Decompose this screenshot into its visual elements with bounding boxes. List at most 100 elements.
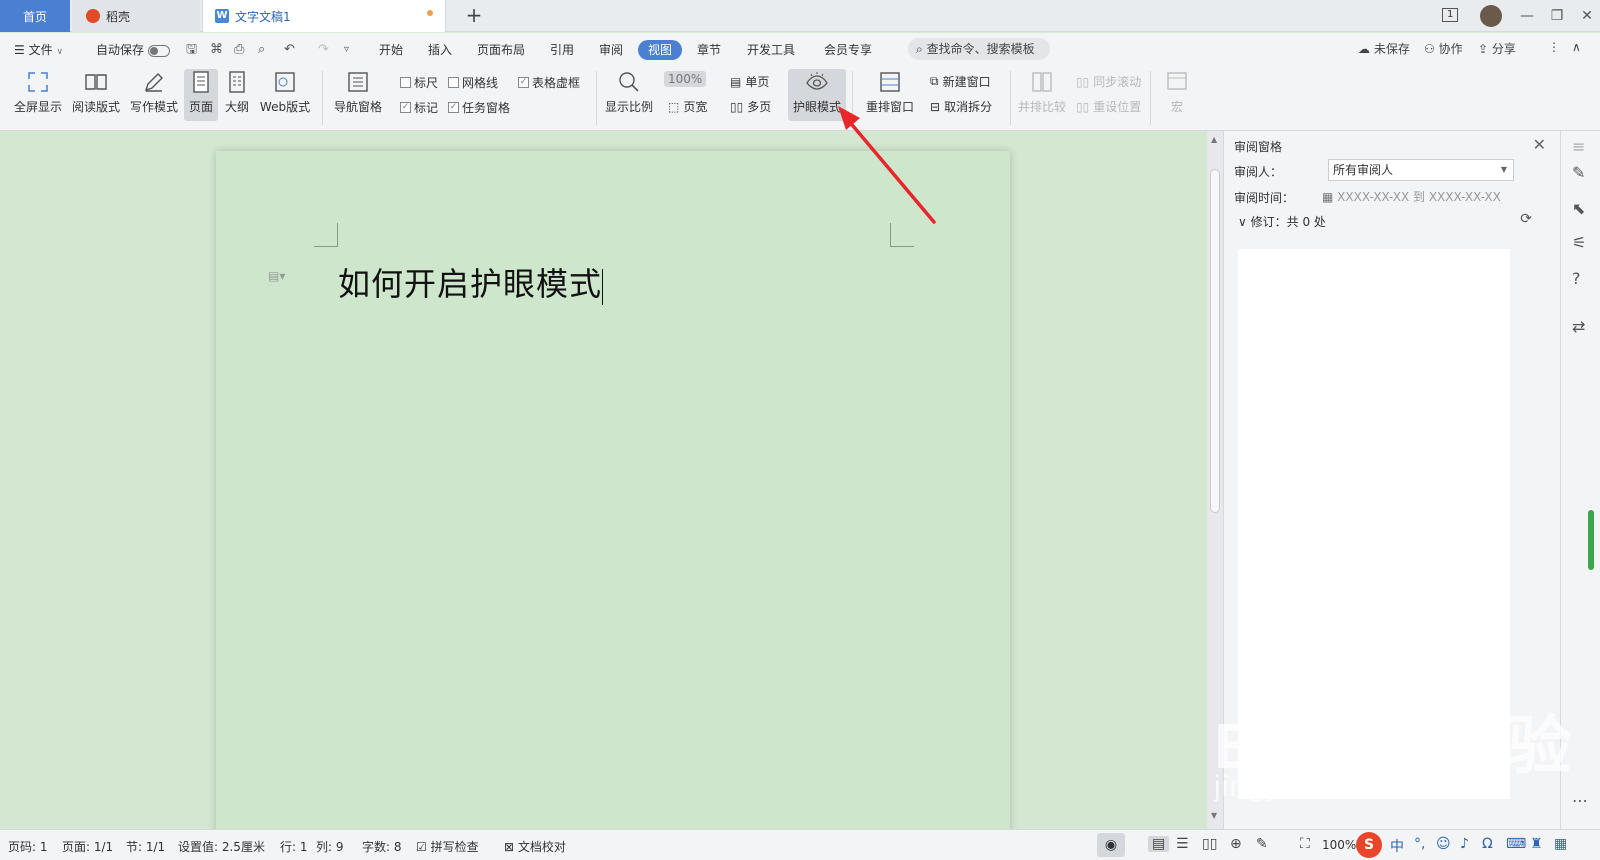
menu-insert[interactable]: 插入 [428,40,452,60]
file-menu[interactable]: ☰ 文件 ∨ [14,40,63,60]
revisions-summary[interactable]: ∨ 修订：共 0 处 [1238,213,1326,230]
status-row[interactable]: 行: 1 [280,838,308,855]
menu-developer[interactable]: 开发工具 [747,40,795,60]
close-pane-icon[interactable]: ✕ [1533,135,1546,154]
status-page-view-icon[interactable]: ▤ [1148,836,1170,852]
status-writing-mode-icon[interactable]: ✎ [1256,836,1268,852]
collab-button[interactable]: ⚇ 协作 [1424,40,1463,57]
multi-page-button[interactable]: ▯▯ 多页 [730,98,771,115]
status-zoom-value[interactable]: 100% [1322,838,1356,852]
print-icon[interactable]: ⎙ [234,40,244,60]
edit-pen-icon[interactable]: ✎ [1572,163,1585,182]
command-search[interactable]: ⌕ 查找命令、搜索模板 [908,38,1050,60]
ime-voice-icon[interactable]: ♪ [1460,836,1469,852]
writing-mode-button[interactable]: 写作模式 [128,69,180,115]
minimize-button[interactable]: — [1512,8,1542,24]
status-pages[interactable]: 页面: 1/1 [62,838,113,855]
status-word-count[interactable]: 字数: 8 [362,838,402,855]
redo-icon[interactable]: ↷ [318,40,329,60]
more-options-icon[interactable]: ⋮ [1548,40,1560,54]
gridlines-checkbox[interactable]: 网格线 [448,74,498,91]
quick-save-icon[interactable]: 🖫 [186,40,197,60]
close-window-button[interactable]: ✕ [1572,8,1600,24]
window-count-badge[interactable]: 1 [1442,8,1459,22]
menu-view[interactable]: 视图 [638,40,683,60]
status-section[interactable]: 节: 1/1 [126,838,165,855]
ime-chinese-icon[interactable]: 中 [1390,836,1404,856]
document-page[interactable]: ▤▾ 如何开启护眼模式 [216,151,1010,829]
translate-icon[interactable]: ⇄ [1572,317,1585,336]
outline-button[interactable]: 大纲 [220,69,254,115]
new-window-button[interactable]: ⧉ 新建窗口 [930,73,991,90]
unsaved-cloud-button[interactable]: ☁ 未保存 [1358,40,1410,57]
status-reading-view-icon[interactable]: ▯▯ [1202,836,1217,852]
restore-button[interactable]: ❐ [1542,8,1572,24]
spell-check-button[interactable]: ☑ 拼写检查 [416,838,479,855]
menu-references[interactable]: 引用 [550,40,574,60]
page-layout-button[interactable]: 页面 [184,69,218,121]
avatar[interactable] [1480,5,1502,27]
zoom-100-button[interactable]: 100% [664,71,707,87]
menu-review[interactable]: 审阅 [599,40,623,60]
scroll-up-icon[interactable]: ▲ [1211,135,1217,144]
reset-position-button[interactable]: ▯▯ 重设位置 [1076,98,1141,115]
marks-checkbox[interactable]: ✓ 标记 [400,99,438,116]
status-page-number[interactable]: 页码: 1 [8,838,48,855]
fullscreen-button[interactable]: 全屏显示 [12,69,64,115]
paragraph-handle-icon[interactable]: ▤▾ [268,269,285,283]
ime-emoji-icon[interactable]: ☺ [1436,836,1451,852]
reading-layout-button[interactable]: 阅读版式 [70,69,122,115]
eye-protection-mode-button[interactable]: 护眼模式 [788,69,846,121]
cursor-select-icon[interactable]: ⬉ [1572,199,1585,218]
ime-toolbox-icon[interactable]: ▦ [1554,836,1567,852]
ime-punctuation-icon[interactable]: °, [1414,836,1425,852]
table-border-checkbox[interactable]: ✓ 表格虚框 [518,74,580,91]
review-time-range[interactable]: ▦ XXXX-XX-XX 到 XXXX-XX-XX [1322,188,1501,205]
autosave-toggle[interactable]: 自动保存 [96,40,171,60]
ime-symbol-icon[interactable]: Ω [1482,836,1493,852]
quick-access-more-icon[interactable]: ▿ [344,40,349,60]
menu-member[interactable]: 会员专享 [824,40,872,60]
status-eye-mode-icon[interactable]: ◉ [1097,833,1125,857]
side-by-side-button[interactable]: 并排比较 [1016,69,1068,115]
single-page-button[interactable]: ▤ 单页 [730,73,769,90]
status-setting[interactable]: 设置值: 2.5厘米 [178,838,265,855]
proofread-button[interactable]: ⊠ 文档校对 [504,838,566,855]
status-fit-page-icon[interactable]: ⛶ [1300,836,1310,852]
document-title-text[interactable]: 如何开启护眼模式 [338,259,604,305]
status-outline-view-icon[interactable]: ☰ [1176,836,1189,852]
print-preview-icon[interactable]: ⌕ [258,40,265,60]
help-icon[interactable]: ? [1572,269,1581,288]
document-canvas[interactable]: ▤▾ 如何开启护眼模式 [0,131,1207,829]
tab-daoke[interactable]: 稻壳 [72,0,200,32]
sogou-ime-icon[interactable]: S [1356,832,1382,858]
tab-document[interactable]: W 文字文稿1 [202,0,446,32]
ime-skin-icon[interactable]: ♜ [1530,836,1543,852]
menu-page-layout[interactable]: 页面布局 [477,40,525,60]
new-tab-button[interactable]: + [462,4,486,28]
format-painter-icon[interactable]: ⌘ [210,40,223,60]
settings-sliders-icon[interactable]: ⚟ [1572,233,1586,252]
cancel-split-button[interactable]: ⊟ 取消拆分 [930,98,992,115]
task-pane-checkbox[interactable]: ✓ 任务窗格 [448,99,510,116]
status-web-view-icon[interactable]: ⊕ [1230,836,1242,852]
undo-icon[interactable]: ↶ [284,40,295,60]
status-column[interactable]: 列: 9 [316,838,344,855]
more-tools-icon[interactable]: ⋯ [1572,791,1588,810]
scrollbar-thumb[interactable] [1210,169,1220,513]
share-button[interactable]: ⇪ 分享 [1478,40,1516,57]
web-layout-button[interactable]: Web版式 [258,69,312,115]
macro-button[interactable]: 宏 [1160,69,1194,115]
ruler-checkbox[interactable]: 标尺 [400,74,438,91]
reviewer-select[interactable]: 所有审阅人 ▼ [1328,159,1514,181]
collapse-ribbon-icon[interactable]: ∧ [1572,40,1581,54]
zoom-button[interactable]: 显示比例 [604,69,654,115]
nav-pane-button[interactable]: 导航窗格 [328,69,388,115]
tab-home[interactable]: 首页 [0,0,70,32]
ime-keyboard-icon[interactable]: ⌨ [1506,836,1526,852]
floating-green-handle[interactable] [1588,510,1594,570]
rearrange-windows-button[interactable]: 重排窗口 [860,69,920,115]
menu-chapter[interactable]: 章节 [697,40,721,60]
menu-start[interactable]: 开始 [379,40,403,60]
sync-scroll-button[interactable]: ▯▯ 同步滚动 [1076,73,1141,90]
